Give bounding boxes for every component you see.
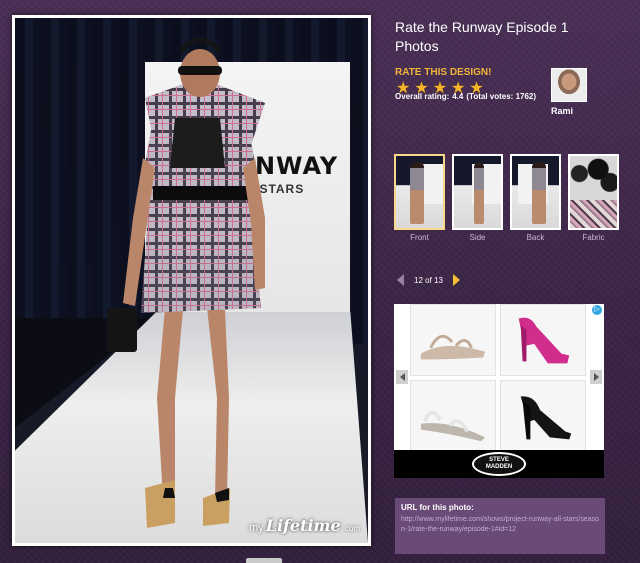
overall-rating-label: Overall rating: bbox=[395, 92, 450, 101]
photo-pager: 12 of 13 bbox=[397, 274, 460, 286]
page-title: Rate the Runway Episode 1 Photos bbox=[395, 19, 569, 54]
ad-product-sandal-black[interactable] bbox=[500, 380, 586, 452]
thumbnail-front[interactable]: Front bbox=[394, 154, 445, 242]
thumbnail-image[interactable] bbox=[452, 154, 503, 230]
ad-next-button[interactable] bbox=[590, 370, 602, 384]
photo-url-text[interactable]: http://www.mylifetime.com/shows/project-… bbox=[401, 515, 599, 535]
shoe-icon bbox=[518, 317, 570, 364]
overall-rating-value: 4.4 bbox=[452, 92, 464, 101]
thumbnail-label[interactable]: Front bbox=[394, 233, 445, 242]
watermark-my: my bbox=[249, 522, 264, 534]
rate-design-label: RATE THIS DESIGN! bbox=[395, 67, 492, 78]
total-votes: (Total votes: 1762) bbox=[466, 92, 537, 101]
ad-choices-icon[interactable]: ▷ bbox=[592, 305, 602, 315]
thumbnail-back[interactable]: Back bbox=[510, 154, 561, 242]
thumbnail-image[interactable] bbox=[394, 154, 445, 230]
thumbnail-label[interactable]: Side bbox=[452, 233, 503, 242]
shoe-icon bbox=[520, 396, 572, 440]
watermark-com: .com bbox=[342, 524, 360, 533]
photo-url-box: URL for this photo: http://www.mylifetim… bbox=[395, 498, 605, 554]
photo-thumbnails: Front Side Back Fabric bbox=[394, 154, 619, 242]
ad-product-grid bbox=[410, 304, 586, 452]
judge-name[interactable]: Rami bbox=[551, 106, 573, 116]
ad-product-sandal-white[interactable] bbox=[410, 380, 496, 452]
previous-arrow-icon[interactable] bbox=[397, 274, 404, 286]
pager-count: 12 of 13 bbox=[414, 275, 443, 285]
thumbnail-image[interactable] bbox=[510, 154, 561, 230]
ad-brand-logo[interactable]: STEVE MADDEN bbox=[472, 452, 526, 476]
thumbnail-label[interactable]: Back bbox=[510, 233, 561, 242]
ad-product-sandal-nude[interactable] bbox=[410, 304, 496, 376]
ad-brand-line-2: MADDEN bbox=[485, 464, 513, 470]
model-figure bbox=[107, 37, 265, 528]
overall-rating: Overall rating: 4.4 (Total votes: 1762) bbox=[395, 92, 536, 101]
main-photo-frame: RUNWAY ALL STARS my Lifetime .com bbox=[12, 15, 371, 546]
thumbnail-side[interactable]: Side bbox=[452, 154, 503, 242]
ad-prev-button[interactable] bbox=[396, 370, 408, 384]
bottom-tab[interactable] bbox=[246, 558, 282, 563]
judge-avatar[interactable] bbox=[551, 68, 587, 102]
advertisement[interactable]: ▷ STEVE MADDEN bbox=[394, 304, 604, 478]
ad-product-pump-pink[interactable] bbox=[500, 304, 586, 376]
url-label: URL for this photo: bbox=[401, 503, 474, 512]
thumbnail-image[interactable] bbox=[568, 154, 619, 230]
judge-avatar-image bbox=[552, 69, 586, 101]
thumbnail-fabric[interactable]: Fabric bbox=[568, 154, 619, 242]
chevron-left-icon bbox=[399, 373, 405, 381]
thumbnail-label[interactable]: Fabric bbox=[568, 233, 619, 242]
ad-brand-bar[interactable]: STEVE MADDEN bbox=[394, 450, 604, 478]
next-arrow-icon[interactable] bbox=[452, 274, 460, 286]
shoe-icon bbox=[420, 410, 486, 442]
watermark-brand: Lifetime bbox=[265, 516, 341, 535]
shoe-icon bbox=[420, 334, 486, 360]
main-photo[interactable]: RUNWAY ALL STARS my Lifetime .com bbox=[15, 18, 368, 543]
ad-brand-line-1: STEVE bbox=[489, 457, 509, 463]
chevron-right-icon bbox=[593, 373, 599, 381]
lifetime-watermark: my Lifetime .com bbox=[249, 516, 360, 535]
